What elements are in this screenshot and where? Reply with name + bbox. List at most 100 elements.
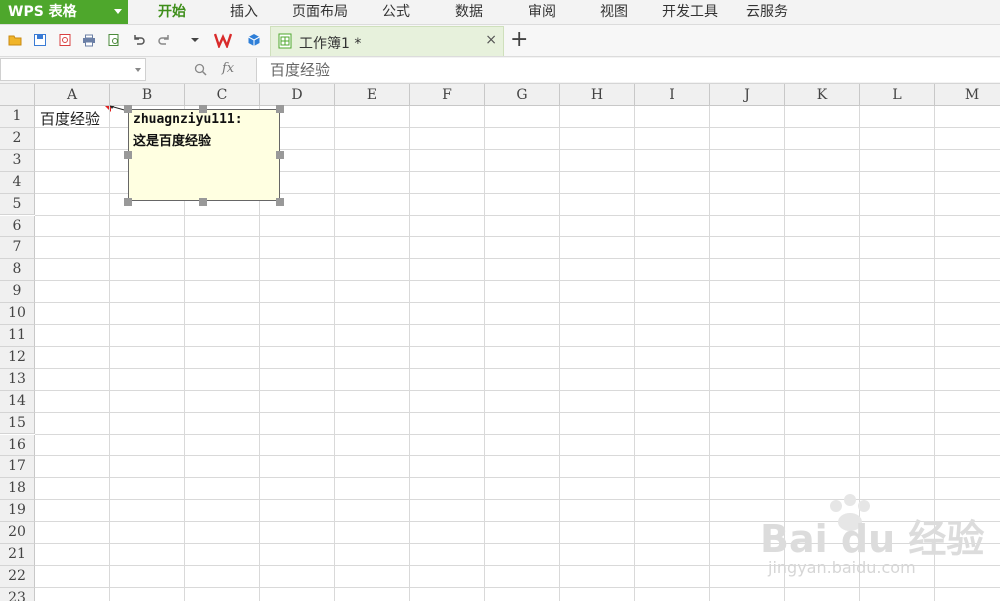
grid-row-line <box>35 258 1000 260</box>
row-header-22[interactable]: 22 <box>0 565 35 588</box>
row-header-13[interactable]: 13 <box>0 368 35 391</box>
row-header-21[interactable]: 21 <box>0 544 35 566</box>
row-header-9[interactable]: 9 <box>0 281 35 304</box>
tab-formulas[interactable]: 公式 <box>382 0 410 24</box>
resize-handle-bottom-left[interactable] <box>124 198 132 206</box>
cell-a1[interactable]: 百度经验 <box>40 108 100 129</box>
app-name: WPS 表格 <box>8 4 77 20</box>
grid-row-line <box>35 280 1000 282</box>
cube-icon[interactable] <box>247 33 261 47</box>
tab-view[interactable]: 视图 <box>600 0 628 24</box>
row-header-6[interactable]: 6 <box>0 215 35 238</box>
grid-column-line <box>484 106 485 601</box>
tab-data[interactable]: 数据 <box>455 0 483 24</box>
resize-handle-top-right[interactable] <box>276 105 284 113</box>
tab-cloud-services[interactable]: 云服务 <box>746 0 788 24</box>
row-header-4[interactable]: 4 <box>0 171 35 194</box>
resize-handle-bottom[interactable] <box>199 198 207 206</box>
add-tab-button[interactable]: + <box>510 27 528 53</box>
app-menu-button[interactable]: WPS 表格 <box>0 0 128 24</box>
row-header-1[interactable]: 1 <box>0 106 35 128</box>
column-header-k[interactable]: K <box>785 84 860 106</box>
name-box[interactable] <box>0 58 146 81</box>
grid-row-line <box>35 477 1000 479</box>
menu-bar: WPS 表格 开始 插入 页面布局 公式 数据 审阅 视图 开发工具 云服务 <box>0 0 1000 25</box>
grid-row-line <box>35 433 1000 435</box>
save-icon[interactable] <box>33 33 47 47</box>
row-header-12[interactable]: 12 <box>0 346 35 369</box>
column-header-a[interactable]: A <box>35 84 110 106</box>
document-tab[interactable]: 工作簿1 * × <box>270 26 504 56</box>
export-pdf-icon[interactable] <box>58 33 72 47</box>
wps-logo-icon[interactable] <box>214 32 232 48</box>
resize-handle-top[interactable] <box>199 105 207 113</box>
watermark-brand: Bai du 经验 <box>760 517 985 561</box>
row-header-3[interactable]: 3 <box>0 149 35 172</box>
tab-insert[interactable]: 插入 <box>230 0 258 24</box>
document-tab-label: 工作簿1 * <box>299 36 362 52</box>
grid-row-line <box>35 389 1000 391</box>
row-header-14[interactable]: 14 <box>0 390 35 413</box>
tab-developer[interactable]: 开发工具 <box>662 0 718 24</box>
redo-icon[interactable] <box>157 33 171 47</box>
row-header-19[interactable]: 19 <box>0 500 35 523</box>
resize-handle-top-left[interactable] <box>124 105 132 113</box>
grid-column-line <box>109 106 110 601</box>
row-header-15[interactable]: 15 <box>0 412 35 435</box>
row-header-18[interactable]: 18 <box>0 478 35 501</box>
column-header-e[interactable]: E <box>335 84 410 106</box>
column-header-h[interactable]: H <box>560 84 635 106</box>
row-header-7[interactable]: 7 <box>0 237 35 260</box>
formula-input[interactable]: 百度经验 <box>256 58 1000 82</box>
resize-handle-left[interactable] <box>124 151 132 159</box>
zoom-search-icon[interactable] <box>194 63 207 76</box>
column-header-l[interactable]: L <box>860 84 935 106</box>
tab-page-layout[interactable]: 页面布局 <box>292 0 348 24</box>
column-header-d[interactable]: D <box>260 84 335 106</box>
grid-column-line <box>334 106 335 601</box>
print-icon[interactable] <box>82 33 96 47</box>
column-header-c[interactable]: C <box>185 84 260 106</box>
row-header-10[interactable]: 10 <box>0 303 35 325</box>
grid-column-line <box>709 106 710 601</box>
row-header-23[interactable]: 23 <box>0 587 35 601</box>
spreadsheet-file-icon <box>278 33 292 49</box>
resize-handle-bottom-right[interactable] <box>276 198 284 206</box>
undo-icon[interactable] <box>132 33 146 47</box>
grid-column-line <box>634 106 635 601</box>
grid-row-line <box>35 236 1000 238</box>
column-header-j[interactable]: J <box>710 84 785 106</box>
row-header-5[interactable]: 5 <box>0 193 35 216</box>
select-all-corner[interactable] <box>0 84 35 106</box>
column-header-b[interactable]: B <box>110 84 185 106</box>
chevron-down-icon <box>114 9 122 14</box>
grid-row-line <box>35 345 1000 347</box>
column-header-f[interactable]: F <box>410 84 485 106</box>
row-header-11[interactable]: 11 <box>0 325 35 347</box>
formula-bar: fx 百度经验 <box>0 57 1000 84</box>
column-header-i[interactable]: I <box>635 84 710 106</box>
chevron-down-icon[interactable] <box>135 68 141 72</box>
grid-row-line <box>35 324 1000 325</box>
tab-home[interactable]: 开始 <box>158 0 186 24</box>
grid-row-line <box>35 214 1000 216</box>
row-header-2[interactable]: 2 <box>0 127 35 150</box>
tab-review[interactable]: 审阅 <box>528 0 556 24</box>
column-header-m[interactable]: M <box>935 84 1000 106</box>
row-header-16[interactable]: 16 <box>0 434 35 457</box>
row-header-17[interactable]: 17 <box>0 456 35 479</box>
row-header-20[interactable]: 20 <box>0 522 35 544</box>
resize-handle-right[interactable] <box>276 151 284 159</box>
cell-comment-box[interactable]: zhuagnziyu111: 这是百度经验 <box>128 109 280 201</box>
baidu-watermark: Bai du 经验 jingyan.baidu.com <box>760 490 990 590</box>
row-header-8[interactable]: 8 <box>0 259 35 282</box>
comment-text[interactable]: 这是百度经验 <box>133 130 211 149</box>
grid-row-line <box>35 411 1000 413</box>
column-header-g[interactable]: G <box>485 84 560 106</box>
watermark-url: jingyan.baidu.com <box>768 558 916 577</box>
print-preview-icon[interactable] <box>107 33 121 47</box>
fx-button[interactable]: fx <box>222 61 234 76</box>
customize-dropdown-icon[interactable] <box>188 33 202 47</box>
close-icon[interactable]: × <box>485 32 497 48</box>
open-folder-icon[interactable] <box>8 33 22 47</box>
